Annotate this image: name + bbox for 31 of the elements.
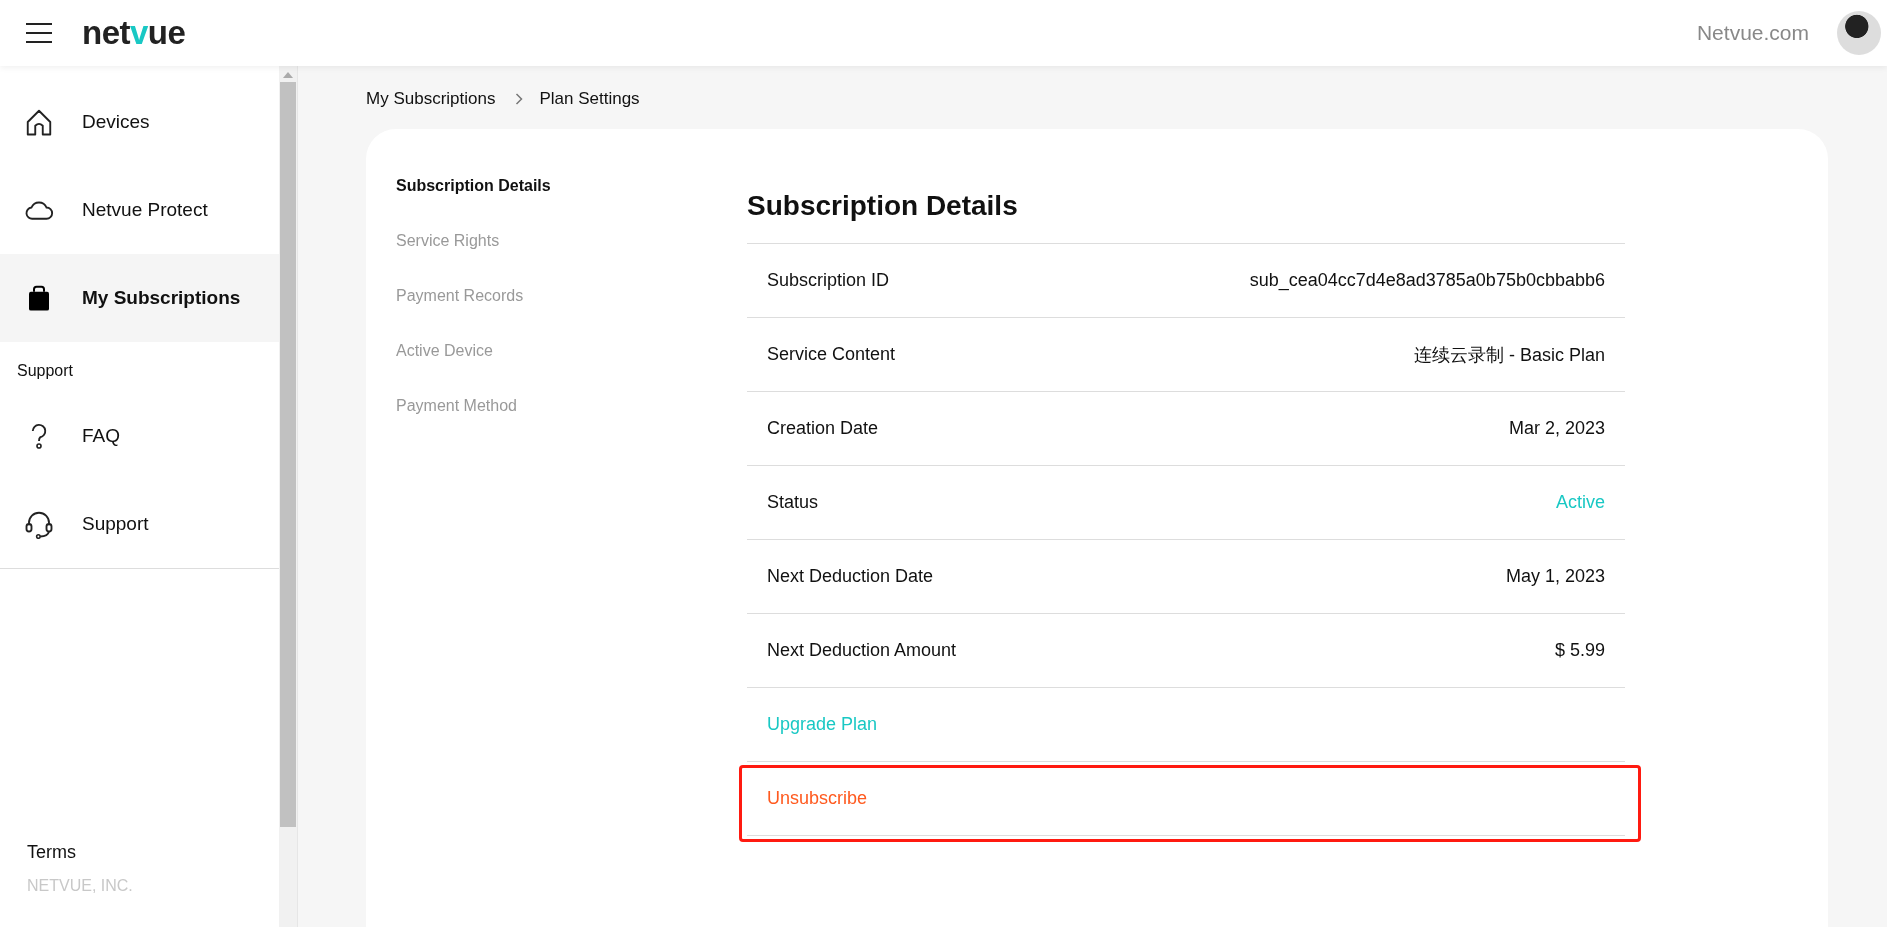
field-label: Creation Date [767,418,879,439]
chevron-right-icon [515,93,524,105]
section-tab[interactable]: Subscription Details [396,177,747,195]
field-value: 连续云录制 - Basic Plan [1413,343,1605,367]
scrollbar[interactable] [279,66,297,927]
section-title: Subscription Details [747,189,1019,223]
nav-item[interactable]: Support [0,480,279,568]
breadcrumb-link[interactable]: My Subscriptions [366,89,500,109]
field-label: Status [767,492,819,513]
menu-icon[interactable] [26,22,52,44]
nav-item[interactable]: Netvue Protect [0,166,279,254]
avatar[interactable] [1837,11,1881,55]
nav-item[interactable]: FAQ [0,392,279,480]
field-label: Service Content [767,344,896,365]
field-label: Next Deduction Amount [767,640,957,661]
status-value: Active [1555,492,1605,513]
home-icon [24,107,54,137]
breadcrumb-link[interactable]: Plan Settings [539,89,644,109]
field-value: $ 5.99 [1554,640,1605,661]
field-label: Next Deduction Date [767,566,934,587]
field-label: Subscription ID [767,270,890,291]
field-value: sub_cea04cc7d4e8ad3785a0b75b0cbbabb6 [1249,270,1605,291]
nav-item[interactable]: Devices [0,78,279,166]
field-value: Mar 2, 2023 [1508,418,1605,439]
nav-item[interactable]: My Subscriptions [0,254,279,342]
field-value: May 1, 2023 [1505,566,1605,587]
headset-icon [24,509,54,539]
site-link[interactable]: Netvue.com [1696,21,1809,45]
section-label: Support [16,361,75,381]
terms-link[interactable]: Terms [0,842,76,863]
netvue-logo[interactable]: netvue [82,14,186,52]
